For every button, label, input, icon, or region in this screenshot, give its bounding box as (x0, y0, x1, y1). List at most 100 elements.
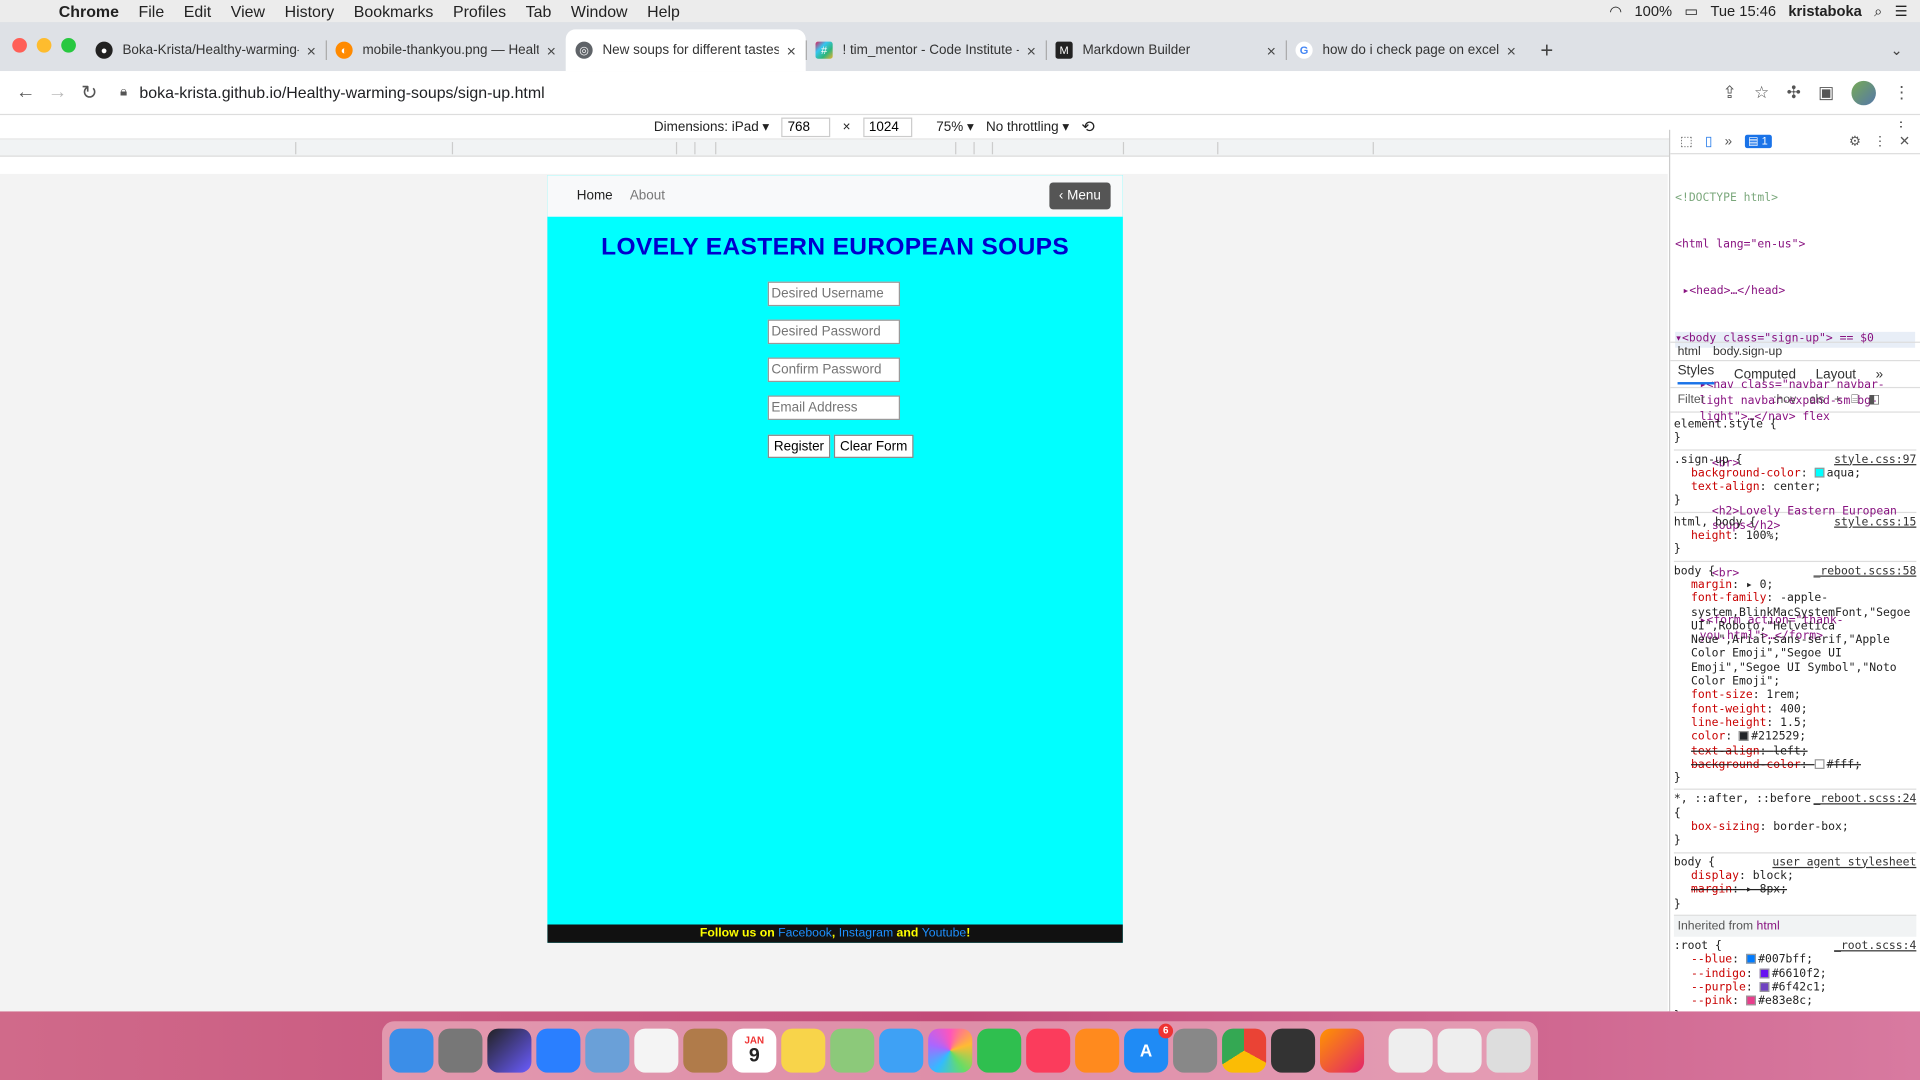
battery-icon[interactable]: ▭ (1684, 2, 1698, 19)
clear-form-button[interactable]: Clear Form (833, 434, 914, 458)
password-input[interactable] (767, 319, 901, 345)
cls-toggle[interactable]: .cls (1806, 393, 1824, 406)
css-rule[interactable]: *, ::after, ::before {_reboot.scss:24 box… (1673, 790, 1917, 853)
menu-bookmarks[interactable]: Bookmarks (344, 2, 443, 20)
menu-help[interactable]: Help (637, 2, 689, 20)
menu-view[interactable]: View (221, 2, 275, 20)
css-property[interactable]: font-family: -apple-system,BlinkMacSyste… (1674, 592, 1916, 689)
tab-layout[interactable]: Layout (1816, 367, 1856, 382)
dom-line[interactable]: ▸<head>…</head> (1675, 285, 1915, 301)
tab-search-icon[interactable]: ⌄ (1873, 42, 1920, 71)
books-icon[interactable] (1075, 1028, 1120, 1073)
css-selector[interactable]: .sign-up { (1674, 453, 1743, 467)
system-preferences-icon[interactable] (1173, 1028, 1218, 1073)
extensions-icon[interactable]: ✣ (1787, 82, 1801, 103)
css-source-link[interactable]: style.css:15 (1834, 515, 1916, 529)
color-swatch[interactable] (1814, 758, 1825, 769)
close-devtools-icon[interactable]: ✕ (1899, 133, 1910, 150)
menu-profiles[interactable]: Profiles (443, 2, 516, 20)
devtools-menu-icon[interactable]: ⋮ (1873, 133, 1886, 150)
downloads-icon[interactable] (1388, 1028, 1433, 1073)
css-selector[interactable]: :root { (1674, 939, 1722, 953)
css-property[interactable]: margin: ▸ 8px; (1674, 883, 1916, 897)
safari-icon[interactable] (536, 1028, 581, 1073)
tab-styles[interactable]: Styles (1677, 364, 1715, 385)
forward-icon[interactable]: → (42, 81, 74, 103)
dom-line[interactable]: <!DOCTYPE html> (1675, 191, 1915, 207)
nav-about-link[interactable]: About (630, 189, 665, 204)
device-width-input[interactable] (781, 116, 831, 137)
device-select[interactable]: Dimensions: iPad ▾ (654, 119, 769, 135)
lock-icon[interactable]: 🔒︎ (120, 84, 127, 100)
wifi-icon[interactable]: ◠ (1609, 2, 1622, 19)
css-property[interactable]: --indigo: #6610f2; (1674, 967, 1916, 981)
user-name[interactable]: kristaboka (1788, 2, 1862, 19)
color-swatch[interactable] (1739, 731, 1749, 742)
profile-avatar[interactable] (1851, 80, 1876, 105)
new-rule-icon[interactable]: + (1834, 393, 1841, 406)
issues-badge[interactable]: ▤ 1 (1744, 134, 1772, 149)
tab-slack[interactable]: # ! tim_mentor - Code Institute - × (805, 29, 1046, 71)
css-property[interactable]: background-color: #fff; (1674, 758, 1916, 772)
css-selector[interactable]: body { (1674, 855, 1715, 869)
css-source-link[interactable]: _reboot.scss:58 (1814, 564, 1917, 578)
css-source-link[interactable]: user agent stylesheet (1772, 855, 1916, 869)
device-toggle-icon[interactable]: ▯ (1705, 133, 1712, 150)
css-property[interactable]: --pink: #e83e8c; (1674, 995, 1916, 1009)
reminders-icon[interactable] (634, 1028, 679, 1073)
css-property[interactable]: --purple: #6f42c1; (1674, 981, 1916, 995)
crumb-body[interactable]: body.sign-up (1713, 345, 1782, 358)
css-property[interactable]: color: #212529; (1674, 730, 1916, 744)
close-window-button[interactable] (12, 37, 27, 53)
trash-icon[interactable] (1486, 1028, 1531, 1073)
css-rule[interactable]: :root {_root.scss:4 --blue: #007bff; --ind… (1674, 937, 1916, 1011)
inspect-icon[interactable]: ⬚ (1680, 133, 1693, 150)
register-button[interactable]: Register (767, 434, 831, 458)
control-center-icon[interactable]: ☰ (1895, 2, 1908, 19)
menu-file[interactable]: File (129, 2, 174, 20)
tab-computed[interactable]: Computed (1734, 367, 1796, 382)
media-query-bar[interactable] (0, 139, 1920, 157)
close-tab-icon[interactable]: × (307, 41, 316, 59)
css-source-link[interactable]: style.css:97 (1834, 453, 1916, 467)
music-icon[interactable] (1026, 1028, 1071, 1073)
launchpad-icon[interactable] (438, 1028, 483, 1073)
bookmark-star-icon[interactable]: ☆ (1754, 82, 1769, 103)
paint-icon[interactable]: ⌸ (1851, 393, 1858, 406)
close-tab-icon[interactable]: × (1507, 41, 1516, 59)
color-swatch[interactable] (1745, 995, 1756, 1006)
menu-tab[interactable]: Tab (516, 2, 561, 20)
menu-window[interactable]: Window (561, 2, 637, 20)
dom-line[interactable]: <html lang="en-us"> (1675, 238, 1915, 254)
tab-markdown[interactable]: M Markdown Builder × (1045, 29, 1286, 71)
tab-soups[interactable]: ◎ New soups for different tastes × (565, 29, 806, 72)
css-rule[interactable]: body {user agent stylesheet display: bloc… (1673, 853, 1917, 916)
css-source-link[interactable]: _root.scss:4 (1834, 939, 1916, 953)
css-source-link[interactable]: _reboot.scss:24 (1814, 793, 1917, 821)
youtube-link[interactable]: Youtube (922, 927, 967, 940)
photos-icon[interactable] (928, 1028, 973, 1073)
username-input[interactable] (767, 281, 901, 307)
color-swatch[interactable] (1759, 968, 1770, 978)
new-tab-button[interactable]: + (1526, 38, 1568, 71)
styles-filter-input[interactable]: Filter (1678, 393, 1764, 406)
hov-toggle[interactable]: :hov (1773, 393, 1796, 406)
confirm-password-input[interactable] (767, 357, 901, 383)
menu-button[interactable]: ‹ Menu (1049, 182, 1111, 210)
nav-home-link[interactable]: Home (577, 189, 613, 204)
battery-percent[interactable]: 100% (1634, 2, 1672, 19)
reload-icon[interactable]: ↻ (73, 80, 105, 104)
tab-github[interactable]: ● Boka-Krista/Healthy-warming- × (86, 29, 326, 71)
maps-icon[interactable] (830, 1028, 875, 1073)
spotlight-icon[interactable]: ⌕ (1874, 2, 1882, 20)
more-tabs-icon[interactable]: » (1876, 367, 1884, 382)
color-swatch[interactable] (1814, 467, 1825, 478)
more-panels-icon[interactable]: » (1725, 134, 1733, 149)
close-tab-icon[interactable]: × (1267, 41, 1276, 59)
share-icon[interactable]: ⇪ (1723, 82, 1737, 103)
css-property[interactable]: font-weight: 400; (1674, 702, 1916, 716)
crumb-html[interactable]: html (1678, 345, 1701, 358)
color-swatch[interactable] (1745, 954, 1756, 965)
sidebar-toggle-icon[interactable]: ◧ (1868, 393, 1880, 406)
menu-edit[interactable]: Edit (174, 2, 221, 20)
